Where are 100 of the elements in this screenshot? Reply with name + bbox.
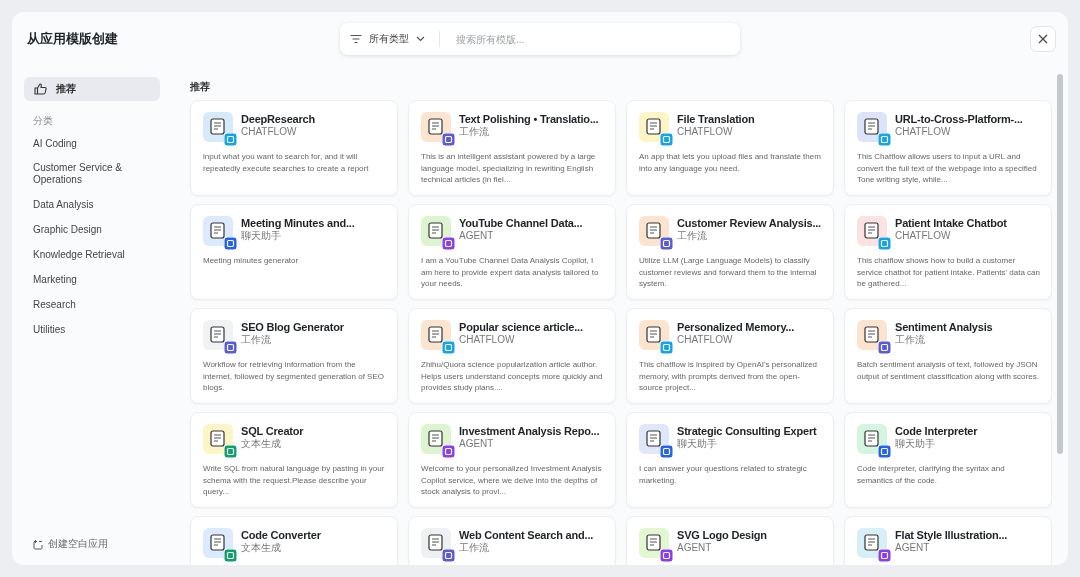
template-type: CHATFLOW xyxy=(677,334,734,346)
template-card[interactable]: Sentiment Analysis 工作流 Batch sentiment analysis of text, followed by JSON output of sentiment classification along with scores. xyxy=(844,308,1052,404)
template-name: Web Content Search and... xyxy=(459,529,594,541)
section-heading: 推荐 xyxy=(190,80,211,94)
chatflow-badge-icon xyxy=(442,341,455,354)
template-description: Batch sentiment analysis of text, followed by JSON output of sentiment classification along with scores. xyxy=(857,359,1040,382)
template-name: Patient Intake Chatbot xyxy=(895,217,1007,229)
category-item[interactable]: Graphic Design xyxy=(24,220,160,239)
template-card[interactable]: Text Polishing • Translatio... 工作流 This is an intelligent assistant powered by a large language model, specializing in rewriting English technical articles (in fiel... xyxy=(408,100,616,196)
text-badge-icon xyxy=(224,549,237,562)
template-name: SVG Logo Design xyxy=(677,529,767,541)
template-type: CHATFLOW xyxy=(895,230,952,242)
template-type: CHATFLOW xyxy=(895,126,952,138)
template-card[interactable]: Personalized Memory... CHATFLOW This chatflow is inspired by OpenAI's personalized memory, with prompts derived from the open-source project... xyxy=(626,308,834,404)
template-description: An app that lets you upload files and translate them into any language you need. xyxy=(639,151,822,174)
template-card[interactable]: SEO Blog Generator 工作流 Workflow for retrieving information from the internet, followed by segmented generation of SEO blogs. xyxy=(190,308,398,404)
template-name: DeepResearch xyxy=(241,113,316,125)
template-card[interactable]: Flat Style Illustration... AGENT xyxy=(844,516,1052,565)
template-name: URL-to-Cross-Platform-... xyxy=(895,113,1023,125)
type-filter-dropdown[interactable]: 所有类型 xyxy=(350,32,425,46)
close-button[interactable] xyxy=(1030,26,1056,52)
workflow-badge-icon xyxy=(442,549,455,562)
template-type: 聊天助手 xyxy=(895,438,936,450)
category-item[interactable]: Data Analysis xyxy=(24,195,160,214)
template-name: Code Interpreter xyxy=(895,425,978,437)
template-card[interactable]: Strategic Consulting Expert 聊天助手 I can answer your questions related to strategic marketing. xyxy=(626,412,834,508)
sidebar-item[interactable]: 推荐 xyxy=(24,77,160,101)
template-name: Customer Review Analysis... xyxy=(677,217,821,229)
template-card[interactable]: Code Interpreter 聊天助手 Code interpreter, clarifying the syntax and semantics of the code. xyxy=(844,412,1052,508)
template-description: Code interpreter, clarifying the syntax and semantics of the code. xyxy=(857,463,1006,486)
template-description: I can answer your questions related to strategic marketing. xyxy=(639,463,808,486)
template-type: 工作流 xyxy=(677,230,708,242)
category-item[interactable]: Marketing xyxy=(24,270,160,289)
template-name: Text Polishing • Translatio... xyxy=(459,113,599,125)
scrollbar-thumb[interactable] xyxy=(1057,74,1063,454)
template-name: Flat Style Illustration... xyxy=(895,529,1008,541)
template-card[interactable]: Popular science article... CHATFLOW Zhihu/Quora science popularization article author. Helps users understand concepts more quickly and provides study plans.... xyxy=(408,308,616,404)
filter-icon xyxy=(350,34,362,44)
agent-badge-icon xyxy=(442,237,455,250)
search-field[interactable]: 所有类型 搜索所有模版... xyxy=(340,23,740,55)
template-name: Personalized Memory... xyxy=(677,321,795,333)
template-description: Zhihu/Quora science popularization article author. Helps users understand concepts more quickly and provides study plans.... xyxy=(421,359,604,394)
chat-badge-icon xyxy=(878,445,891,458)
workflow-badge-icon xyxy=(660,237,673,250)
template-type: AGENT xyxy=(459,438,495,450)
template-description: This chatflow is inspired by OpenAI's personalized memory, with prompts derived from the open-source project... xyxy=(639,359,819,394)
chevron-down-icon xyxy=(416,36,425,42)
template-card[interactable]: File Translation CHATFLOW An app that lets you upload files and translate them into any language you need. xyxy=(626,100,834,196)
template-card[interactable]: Web Content Search and... 工作流 xyxy=(408,516,616,565)
template-type: 工作流 xyxy=(459,542,490,554)
template-type: 文本生成 xyxy=(241,438,282,450)
template-card[interactable]: Patient Intake Chatbot CHATFLOW This chatflow shows how to build a customer service chatbot for patient intake. Patients' data can be gathered... xyxy=(844,204,1052,300)
template-card[interactable]: Customer Review Analysis... 工作流 Utilize LLM (Large Language Models) to classify customer reviews and forward them to the internal system. xyxy=(626,204,834,300)
chatflow-badge-icon xyxy=(660,341,673,354)
template-name: Meeting Minutes and... xyxy=(241,217,355,229)
template-description: input what you want to search for, and it will repeatedly execute searches to create a report xyxy=(203,151,370,174)
template-card[interactable]: Meeting Minutes and... 聊天助手 Meeting minutes generator xyxy=(190,204,398,300)
create-blank-app-link[interactable]: 创建空白应用 xyxy=(24,537,160,551)
category-item[interactable]: Research xyxy=(24,295,160,314)
template-card[interactable]: SQL Creator 文本生成 Write SQL from natural language by pasting in your schema with the request.Please describe your query... xyxy=(190,412,398,508)
chat-badge-icon xyxy=(660,445,673,458)
thumbs-up-icon xyxy=(34,83,47,95)
category-item[interactable]: Utilities xyxy=(24,320,160,339)
chatflow-badge-icon xyxy=(660,133,673,146)
category-item[interactable]: Customer Service & Operations xyxy=(24,159,160,189)
category-item[interactable]: AI Coding xyxy=(24,134,160,153)
template-description: I am a YouTube Channel Data Analysis Copilot, I am here to provide expert data analysis tailored to your needs. xyxy=(421,255,600,290)
agent-badge-icon xyxy=(878,549,891,562)
template-description: This chatflow shows how to build a customer service chatbot for patient intake. Patients' data can be gathered... xyxy=(857,255,1040,290)
chat-badge-icon xyxy=(224,237,237,250)
template-name: YouTube Channel Data... xyxy=(459,217,583,229)
template-name: Investment Analysis Repo... xyxy=(459,425,600,437)
template-type: 聊天助手 xyxy=(241,230,282,242)
chatflow-badge-icon xyxy=(878,237,891,250)
template-type: AGENT xyxy=(459,230,495,242)
workflow-badge-icon xyxy=(878,341,891,354)
template-type: CHATFLOW xyxy=(241,126,298,138)
template-description: Write SQL from natural language by pasting in your schema with the request.Please describe your query... xyxy=(203,463,386,498)
template-description: Meeting minutes generator xyxy=(203,255,300,267)
template-name: SEO Blog Generator xyxy=(241,321,344,333)
text-badge-icon xyxy=(224,445,237,458)
template-type: 工作流 xyxy=(459,126,489,138)
template-card[interactable]: Code Converter 文本生成 xyxy=(190,516,398,565)
template-card[interactable]: SVG Logo Design AGENT xyxy=(626,516,834,565)
search-input[interactable]: 搜索所有模版... xyxy=(454,32,730,46)
category-item[interactable]: Knowledge Retrieval xyxy=(24,245,160,264)
template-card[interactable]: DeepResearch CHATFLOW input what you want to search for, and it will repeatedly execute searches to create a report xyxy=(190,100,398,196)
template-name: Sentiment Analysis xyxy=(895,321,993,333)
template-card[interactable]: Investment Analysis Repo... AGENT Welcome to your personalized Investment Analysis Copilot service, where we delve into the depths of stock analysis to provi... xyxy=(408,412,616,508)
template-card[interactable]: URL-to-Cross-Platform-... CHATFLOW This Chatflow allows users to input a URL and convert the full text of the webpage into a specified Tone writing style, while... xyxy=(844,100,1052,196)
chatflow-badge-icon xyxy=(224,133,237,146)
close-icon xyxy=(1038,34,1048,44)
template-type: CHATFLOW xyxy=(677,126,734,138)
workflow-badge-icon xyxy=(442,133,455,146)
template-type: AGENT xyxy=(895,542,931,554)
template-card[interactable]: YouTube Channel Data... AGENT I am a YouTube Channel Data Analysis Copilot, I am here to provide expert data analysis tailored to your needs. xyxy=(408,204,616,300)
template-name: Strategic Consulting Expert xyxy=(677,425,817,437)
agent-badge-icon xyxy=(660,549,673,562)
template-type: 文本生成 xyxy=(241,542,282,554)
template-description: This is an intelligent assistant powered by a large language model, specializing in rewriting English technical articles (in fiel... xyxy=(421,151,597,186)
